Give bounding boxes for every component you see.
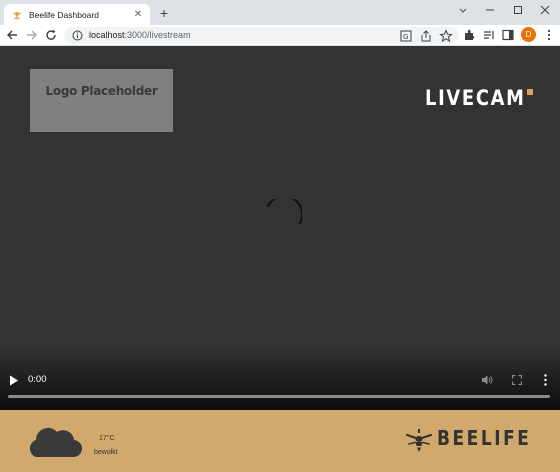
reload-icon[interactable] <box>44 28 58 42</box>
livecam-accent-dot <box>527 89 533 95</box>
tab-close-icon[interactable]: ✕ <box>132 9 144 21</box>
minimize-icon[interactable] <box>483 3 497 17</box>
extensions-icon[interactable] <box>462 28 476 42</box>
video-progress-bar[interactable] <box>8 395 550 398</box>
loading-spinner-icon <box>267 199 302 224</box>
weather-description: bewolkt <box>94 449 118 456</box>
url-path: :3000/livestream <box>124 30 191 40</box>
browser-menu-icon[interactable] <box>542 28 556 42</box>
maximize-icon[interactable] <box>511 3 525 17</box>
bee-icon <box>405 429 433 452</box>
tab-search-icon[interactable] <box>456 3 470 17</box>
share-icon[interactable] <box>419 29 433 43</box>
profile-avatar[interactable]: D <box>521 27 536 42</box>
close-window-icon[interactable] <box>538 3 552 17</box>
site-info-icon[interactable] <box>72 30 83 41</box>
bookmark-star-icon[interactable] <box>439 29 453 43</box>
video-more-options-icon[interactable] <box>543 374 548 386</box>
translate-icon[interactable]: G <box>399 29 413 43</box>
browser-tab[interactable]: Beelife Dashboard ✕ <box>4 4 150 25</box>
url-text: localhost:3000/livestream <box>89 29 191 42</box>
side-panel-icon[interactable] <box>501 28 515 42</box>
logo-placeholder: Logo Placeholder <box>30 69 173 132</box>
logo-placeholder-text: Logo Placeholder <box>45 84 158 98</box>
livestream-video[interactable]: Logo Placeholder LIVECAM 0:00 <box>0 46 560 410</box>
tab-title: Beelife Dashboard <box>29 9 99 20</box>
beelife-brand: BEELIFE <box>437 426 532 450</box>
new-tab-button[interactable]: + <box>157 6 171 20</box>
reading-list-icon[interactable] <box>482 28 496 42</box>
video-controls-gradient <box>0 344 560 410</box>
temperature-value: 17°C <box>99 435 115 442</box>
svg-text:G: G <box>403 33 408 41</box>
video-time: 0:00 <box>28 374 47 385</box>
forward-icon[interactable] <box>25 28 39 42</box>
browser-toolbar: localhost:3000/livestream G D <box>0 25 560 46</box>
beelife-favicon-icon <box>12 11 22 20</box>
address-bar[interactable]: localhost:3000/livestream G <box>64 27 459 44</box>
url-host: localhost <box>89 30 125 40</box>
browser-tab-strip: Beelife Dashboard ✕ + <box>0 0 560 25</box>
cloud-icon <box>30 427 82 458</box>
livecam-title: LIVECAM <box>425 86 526 110</box>
back-icon[interactable] <box>5 28 19 42</box>
livestream-page: Logo Placeholder LIVECAM 0:00 17°C bewol… <box>0 46 560 472</box>
play-icon[interactable] <box>9 375 19 386</box>
fullscreen-icon[interactable] <box>512 375 522 385</box>
footer-bar: 17°C bewolkt BEELIFE <box>0 410 560 472</box>
volume-icon[interactable] <box>481 374 493 386</box>
